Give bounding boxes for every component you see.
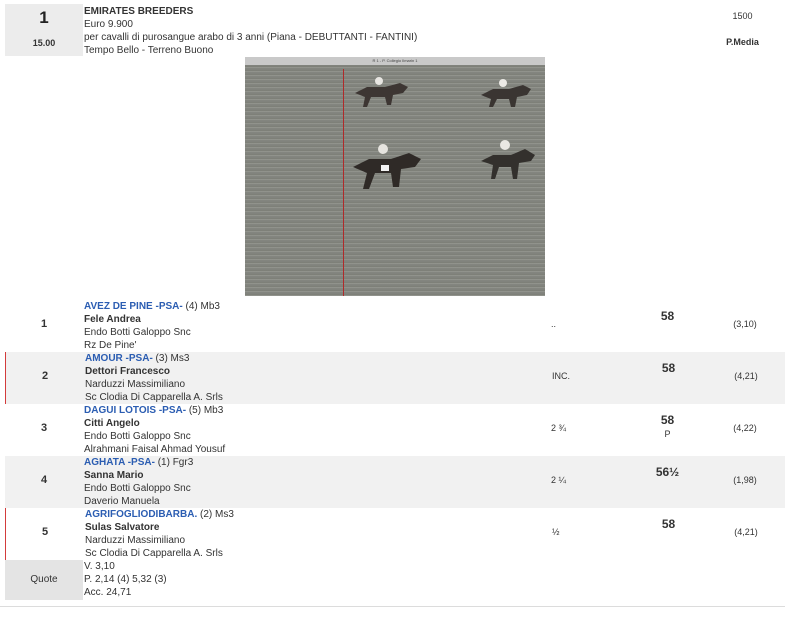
horse-info: AMOUR -PSA- (3) Ms3 Dettori Francesco Na… [85,352,223,404]
jockey-name: Fele Andrea [84,314,141,325]
horse-info: AGHATA -PSA- (1) Fgr3 Sanna Mario Endo B… [84,456,193,508]
distance-margin: INC. [552,371,570,381]
owner-name: Endo Botti Galoppo Snc [84,431,191,442]
weight-value: 58 [660,413,675,427]
weight: 58 [626,361,711,375]
horse-details: (5) Mb3 [186,405,224,416]
horse-name-link[interactable]: DAGUI LOTOIS -PSA- [84,405,186,416]
photo-finish-strip: R 1 - P. Collegio Ilmarin 1 [245,57,545,65]
horse-details: (4) Mb3 [182,301,220,312]
footer-divider [0,606,785,607]
race-time: 15.00 [32,38,56,48]
jockey-name: Dettori Francesco [85,366,171,377]
odds: (4,22) [733,423,757,433]
distance-margin: .. [551,319,557,329]
horse-silhouette-right [481,140,535,179]
owner-name: Endo Botti Galoppo Snc [84,327,191,338]
result-row-1: 1 AVEZ DE PINE -PSA- (4) Mb3 Fele Andrea… [5,300,785,352]
owner-name: Endo Botti Galoppo Snc [84,483,191,494]
quote-piazzati: P. 2,14 (4) 5,32 (3) [84,574,167,585]
horse-name-link[interactable]: AMOUR -PSA- [85,353,153,364]
finish-line [343,69,344,296]
odds: (3,10) [733,319,757,329]
result-row-4: 4 AGHATA -PSA- (1) Fgr3 Sanna Mario Endo… [5,456,785,508]
finish-position: 2 [41,370,49,382]
quote-label: Quote [30,574,58,585]
race-prize: Euro 9.900 [84,19,133,30]
owner-name: Narduzzi Massimiliano [85,535,186,546]
weight: 58 P [625,413,710,441]
weight-value: 58 [661,361,676,375]
race-method: P.Media [726,37,759,47]
result-row-3: 3 DAGUI LOTOIS -PSA- (5) Mb3 Citti Angel… [5,404,785,456]
photo-finish-image[interactable]: R 1 - P. Collegio Ilmarin 1 [245,57,545,296]
horse-silhouette-top-right [481,79,531,107]
finish-position: 3 [40,422,48,434]
race-number: 1 [39,8,49,27]
odds: (1,98) [733,475,757,485]
breeder-name: Rz De Pine' [84,340,137,351]
breeder-name: Sc Clodia Di Capparella A. Srls [85,548,223,559]
owner-name: Narduzzi Massimiliano [85,379,186,390]
race-title: EMIRATES BREEDERS [84,6,194,17]
horse-silhouette-leader [353,144,421,189]
finish-position: 4 [40,474,48,486]
horse-name-link[interactable]: AGHATA -PSA- [84,457,155,468]
weight: 58 [625,309,710,323]
horse-info: AGRIFOGLIODIBARBA. (2) Ms3 Sulas Salvato… [85,508,234,560]
odds: (4,21) [734,371,758,381]
jockey-name: Sanna Mario [84,470,144,481]
race-info: EMIRATES BREEDERS Euro 9.900 per cavalli… [84,5,417,57]
quote-vincente: V. 3,10 [84,561,115,572]
jockey-name: Citti Angelo [84,418,140,429]
horse-silhouette-top-left [355,77,408,107]
distance-margin: 2 ¼ [551,475,567,485]
horse-info: DAGUI LOTOIS -PSA- (5) Mb3 Citti Angelo … [84,404,225,456]
quote-label-box: Quote [5,560,83,600]
quote-accoppiata: Acc. 24,71 [84,587,132,598]
race-weather: Tempo Bello - Terreno Buono [84,45,214,56]
distance-margin: ½ [552,527,560,537]
weight-note: P [664,429,671,439]
breeder-name: Alrahmani Faisal Ahmad Yousuf [84,444,226,455]
horse-details: (1) Fgr3 [154,457,194,468]
horse-info: AVEZ DE PINE -PSA- (4) Mb3 Fele Andrea E… [84,300,220,352]
race-right-info: 1500 P.Media [700,10,785,49]
horse-name-link[interactable]: AGRIFOGLIODIBARBA. [85,509,197,520]
quote-values: V. 3,10 P. 2,14 (4) 5,32 (3) Acc. 24,71 [84,560,167,599]
odds: (4,21) [734,527,758,537]
jockey-name: Sulas Salvatore [85,522,160,533]
finish-position: 1 [40,318,48,330]
race-number-box: 1 15.00 [5,4,83,56]
horse-details: (2) Ms3 [197,509,234,520]
breeder-name: Daverio Manuela [84,496,160,507]
horse-name-link[interactable]: AVEZ DE PINE -PSA- [84,301,183,312]
weight-value: 56½ [655,465,680,479]
result-row-5: 5 AGRIFOGLIODIBARBA. (2) Ms3 Sulas Salva… [5,508,785,560]
breeder-name: Sc Clodia Di Capparella A. Srls [85,392,223,403]
weight: 56½ [625,465,710,479]
weight-value: 58 [661,517,676,531]
weight: 58 [626,517,711,531]
weight-value: 58 [660,309,675,323]
horse-details: (3) Ms3 [152,353,190,364]
race-header: 1 15.00 EMIRATES BREEDERS Euro 9.900 per… [0,0,785,300]
distance-margin: 2 ¾ [551,423,567,433]
race-conditions: per cavalli di purosangue arabo di 3 ann… [84,32,418,43]
race-distance: 1500 [732,11,753,21]
finish-position: 5 [41,526,49,538]
result-row-2: 2 AMOUR -PSA- (3) Ms3 Dettori Francesco … [5,352,785,404]
